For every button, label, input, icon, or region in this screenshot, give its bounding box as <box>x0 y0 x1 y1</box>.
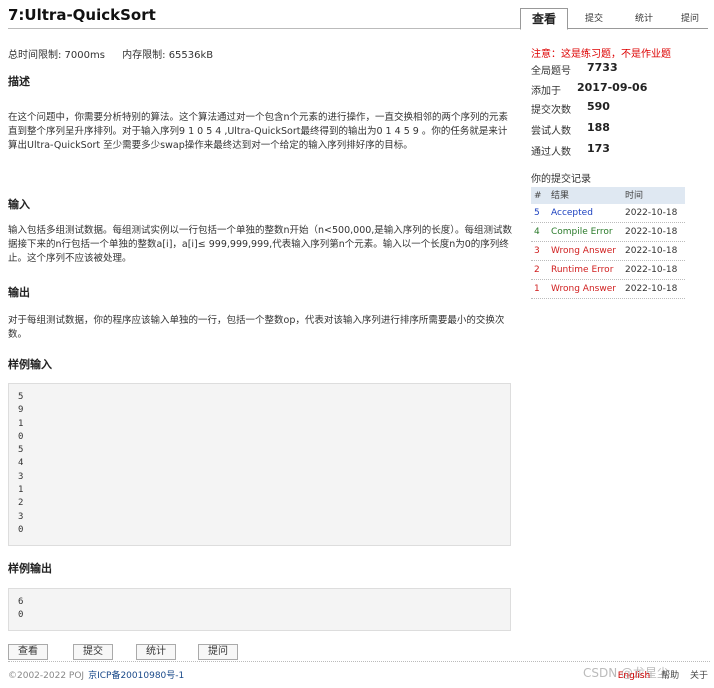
footer-links: English 帮助 关于 <box>618 668 708 681</box>
sample-input-line: 0 <box>18 431 24 442</box>
english-link[interactable]: English <box>618 671 651 681</box>
record-id: 3 <box>534 246 540 256</box>
problem-tab-bar: 查看 提交 统计 提问 <box>520 8 708 30</box>
tab-submit[interactable]: 提交 <box>576 8 612 29</box>
record-result[interactable]: Accepted <box>551 204 593 222</box>
tab-ask[interactable]: 提问 <box>672 8 708 29</box>
stat-passed: 通过人数 173 <box>531 142 610 158</box>
stat-value: 173 <box>587 142 610 155</box>
sample-input-line: 5 <box>18 445 24 456</box>
sample-input-line: 1 <box>18 485 24 496</box>
statistics-button[interactable]: 统计 <box>136 644 176 660</box>
description-heading: 描述 <box>8 75 30 88</box>
submission-record-row[interactable]: 4 Compile Error 2022-10-18 <box>531 223 685 242</box>
record-id: 4 <box>534 227 540 237</box>
stat-value: 590 <box>587 100 610 113</box>
copyright-text: ©2002-2022 POJ <box>8 671 85 681</box>
record-id: 5 <box>534 208 540 218</box>
records-header-row: # 结果 时间 <box>531 187 685 204</box>
submission-records-table: # 结果 时间 5 Accepted 2022-10-18 4 Compile Erro… <box>531 187 685 299</box>
stat-value: 188 <box>587 121 610 134</box>
record-time: 2022-10-18 <box>625 246 678 256</box>
ask-button[interactable]: 提问 <box>198 644 238 660</box>
title-divider <box>8 28 520 29</box>
time-limit: 总时间限制: 7000ms <box>8 50 105 61</box>
sample-input-block: 5 9 1 0 5 4 3 1 2 3 0 <box>8 383 511 546</box>
sample-input-line: 1 <box>18 418 24 429</box>
submission-record-row[interactable]: 5 Accepted 2022-10-18 <box>531 204 685 223</box>
stat-attempted: 尝试人数 188 <box>531 121 610 137</box>
sample-input-line: 5 <box>18 392 24 402</box>
sample-input-heading: 样例输入 <box>8 358 52 371</box>
record-time: 2022-10-18 <box>625 227 678 237</box>
record-time: 2022-10-18 <box>625 265 678 275</box>
tab-statistics[interactable]: 统计 <box>626 8 662 29</box>
sample-input-line: 4 <box>18 458 24 469</box>
footer: ©2002-2022 POJ 京ICP备20010980号-1 <box>8 668 184 681</box>
footer-divider <box>8 661 710 662</box>
sample-input-line: 3 <box>18 511 24 522</box>
record-id: 1 <box>534 284 540 294</box>
stat-submissions: 提交次数 590 <box>531 100 610 116</box>
help-link[interactable]: 帮助 <box>661 671 679 681</box>
output-text: 对于每组测试数据，你的程序应该输入单独的一行，包括一个整数op，代表对该输入序列… <box>8 315 505 340</box>
sample-output-line: 6 <box>18 597 24 607</box>
header-result: 结果 <box>551 191 570 201</box>
sample-input-line: 0 <box>18 524 24 535</box>
description-text: 在这个问题中，你需要分析特别的算法。这个算法通过对一个包含n个元素的进行操作，一… <box>8 112 509 151</box>
input-heading: 输入 <box>8 198 30 211</box>
memory-limit: 内存限制: 65536kB <box>122 50 214 61</box>
submission-record-row[interactable]: 1 Wrong Answer 2022-10-18 <box>531 280 685 299</box>
sample-output-block: 60 <box>8 588 511 631</box>
record-time: 2022-10-18 <box>625 284 678 294</box>
practice-notice: 注意：这是练习题，不是作业题 <box>531 49 671 60</box>
sample-input-line: 2 <box>18 498 24 509</box>
stat-label: 通过人数 <box>531 147 571 158</box>
record-result[interactable]: Compile Error <box>551 223 613 241</box>
stat-value: 7733 <box>587 61 618 74</box>
sample-input-line: 3 <box>18 471 24 482</box>
record-id: 2 <box>534 265 540 275</box>
view-button[interactable]: 查看 <box>8 644 48 660</box>
output-heading: 输出 <box>8 286 30 299</box>
sample-output-heading: 样例输出 <box>8 562 52 575</box>
stat-label: 尝试人数 <box>531 126 571 137</box>
about-link[interactable]: 关于 <box>690 671 708 681</box>
record-result[interactable]: Wrong Answer <box>551 242 616 260</box>
submission-record-row[interactable]: 2 Runtime Error 2022-10-18 <box>531 261 685 280</box>
stat-value: 2017-09-06 <box>577 81 648 94</box>
stat-added-date: 添加于 2017-09-06 <box>531 81 647 97</box>
icp-link[interactable]: 京ICP备20010980号-1 <box>88 671 184 681</box>
header-id: # <box>534 191 542 201</box>
record-result[interactable]: Wrong Answer <box>551 280 616 298</box>
stat-label: 提交次数 <box>531 105 571 116</box>
stat-label: 添加于 <box>531 86 561 97</box>
record-time: 2022-10-18 <box>625 208 678 218</box>
submit-button[interactable]: 提交 <box>73 644 113 660</box>
problem-limits: 总时间限制: 7000ms 内存限制: 65536kB <box>8 46 213 61</box>
stat-label: 全局题号 <box>531 66 571 77</box>
sample-output-line: 0 <box>18 610 24 621</box>
sample-input-line: 9 <box>18 405 24 416</box>
tab-view[interactable]: 查看 <box>520 8 568 30</box>
stat-problem-id: 全局题号 7733 <box>531 61 618 77</box>
submission-records-title: 你的提交记录 <box>531 174 591 185</box>
input-text: 输入包括多组测试数据。每组测试实例以一行包括一个单独的整数n开始（n<500,0… <box>8 225 513 264</box>
header-time: 时间 <box>625 191 644 201</box>
record-result[interactable]: Runtime Error <box>551 261 613 279</box>
problem-title: 7:Ultra-QuickSort <box>8 6 156 24</box>
submission-record-row[interactable]: 3 Wrong Answer 2022-10-18 <box>531 242 685 261</box>
